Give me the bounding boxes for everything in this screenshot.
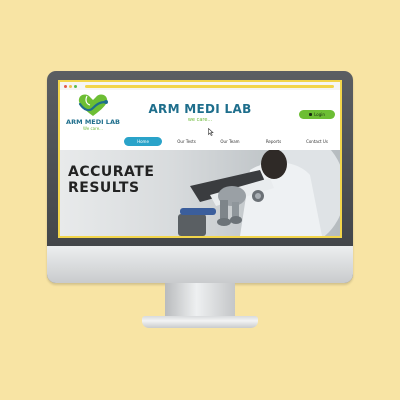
address-bar[interactable] [85,84,334,88]
mouse-cursor-icon [208,128,214,136]
nav-our-team[interactable]: Our Team [211,137,249,146]
nav-contact-us[interactable]: Contact Us [298,137,336,146]
hero-banner: ACCURATE RESULTS [60,150,340,236]
main-navigation: Home Our Tests Our Team Reports Contact … [124,137,336,146]
window-minimize-dot[interactable] [69,84,72,88]
nav-reports[interactable]: Reports [255,137,293,146]
site-tagline: we care... [187,117,213,123]
monitor-chin [47,246,353,283]
nav-home[interactable]: Home [124,137,162,146]
hero-heading: ACCURATE RESULTS [68,164,154,196]
login-button[interactable]: Login [299,110,335,119]
logo-tagline: We care... [83,126,103,131]
login-label: Login [314,112,325,117]
window-maximize-dot[interactable] [74,84,77,88]
monitor-stand-base [142,316,258,328]
site-header: ARM MEDI LAB We care... ARM MEDI LAB we … [60,90,340,138]
hero-line-1: ACCURATE [68,164,155,180]
window-close-dot[interactable] [64,84,67,88]
hero-line-2: RESULTS [68,180,140,196]
lock-icon [309,113,313,116]
website-screen: ARM MEDI LAB We care... ARM MEDI LAB we … [58,80,342,238]
site-title: ARM MEDI LAB [148,102,252,116]
nav-our-tests[interactable]: Our Tests [168,137,206,146]
browser-toolbar [60,82,340,90]
